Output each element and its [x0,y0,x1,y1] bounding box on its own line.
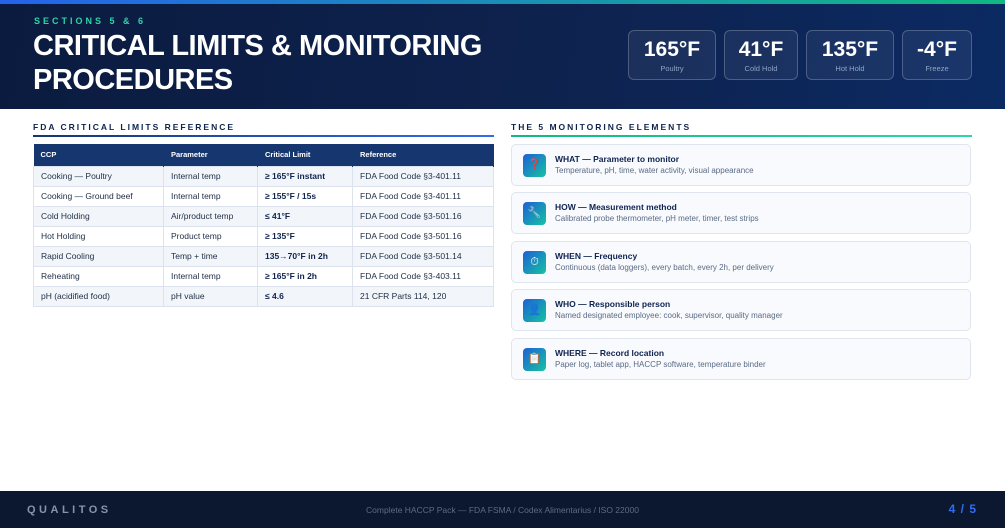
card-description: Paper log, tablet app, HACCP software, t… [555,360,766,369]
card-description: Continuous (data loggers), every batch, … [555,263,774,272]
card-description: Temperature, pH, time, water activity, v… [555,166,754,175]
page-header: SECTIONS 5 & 6 CRITICAL LIMITS & MONITOR… [0,4,1005,109]
limits-section-rule [33,135,494,137]
page-title: CRITICAL LIMITS & MONITORING PROCEDURES [33,30,482,96]
ccp-cell: Rapid Cooling [33,245,164,267]
limit-cell: ≥ 165°F in 2h [257,265,353,287]
parameter-cell: Internal temp [163,185,258,207]
ccp-cell: Cooking — Ground beef [33,185,164,207]
timer-icon: ⏱ [523,251,546,274]
stat-card-hot-hold: 135°F Hot Hold [806,30,894,80]
limit-cell: 135→70°F in 2h [257,245,353,267]
stat-label: Poultry [660,64,684,73]
table-row: Cold Holding Air/product temp ≤ 41°F FDA… [33,205,494,227]
limit-cell: ≤ 41°F [257,205,353,227]
critical-limits-table: CCP Parameter Critical Limit Reference C… [33,144,494,307]
card-title: WHO — Responsible person [555,299,671,309]
ccp-cell: Hot Holding [33,225,164,247]
parameter-cell: pH value [163,285,258,307]
page-footer: QUALITOS Complete HACCP Pack — FDA FSMA … [0,491,1005,528]
wrench-icon: 🔧 [523,202,546,225]
reference-cell: 21 CFR Parts 114, 120 [352,285,494,307]
card-title: WHAT — Parameter to monitor [555,154,680,164]
reference-cell: FDA Food Code §3-501.16 [352,225,494,247]
reference-cell: FDA Food Code §3-401.11 [352,165,494,187]
page-number: 4 / 5 [948,502,977,516]
table-row: Cooking — Ground beef Internal temp ≥ 15… [33,185,494,207]
question-icon: ❓ [523,154,546,177]
parameter-cell: Product temp [163,225,258,247]
parameter-cell: Internal temp [163,265,258,287]
reference-cell: FDA Food Code §3-401.11 [352,185,494,207]
column-header: CCP [33,144,164,166]
card-description: Calibrated probe thermometer, pH meter, … [555,214,759,223]
ccp-cell: pH (acidified food) [33,285,164,307]
limit-cell: ≤ 4.6 [257,285,353,307]
ccp-cell: Cooking — Poultry [33,165,164,187]
monitoring-section-title: THE 5 MONITORING ELEMENTS [511,122,692,132]
table-header-row: CCP Parameter Critical Limit Reference [33,144,494,166]
card-title: WHERE — Record location [555,348,665,358]
reference-cell: FDA Food Code §3-501.14 [352,245,494,267]
stat-label: Freeze [925,64,949,73]
reference-cell: FDA Food Code §3-501.16 [352,205,494,227]
table-row: Reheating Internal temp ≥ 165°F in 2h FD… [33,265,494,287]
stat-value: 41°F [738,38,784,61]
table-row: Cooking — Poultry Internal temp ≥ 165°F … [33,165,494,187]
footer-caption: Complete HACCP Pack — FDA FSMA / Codex A… [366,505,639,515]
stat-value: 135°F [821,38,879,61]
parameter-cell: Air/product temp [163,205,258,227]
reference-cell: FDA Food Code §3-403.11 [352,265,494,287]
monitoring-card-what: ❓ WHAT — Parameter to monitor Temperatur… [511,144,971,186]
limit-cell: ≥ 155°F / 15s [257,185,353,207]
stat-value: 165°F [643,38,701,61]
card-title: WHEN — Frequency [555,251,638,261]
limits-section-title: FDA CRITICAL LIMITS REFERENCE [33,122,236,132]
card-title: HOW — Measurement method [555,202,677,212]
table-row: pH (acidified food) pH value ≤ 4.6 21 CF… [33,285,494,307]
parameter-cell: Internal temp [163,165,258,187]
person-icon: 👤 [523,299,546,322]
limit-cell: ≥ 165°F instant [257,165,353,187]
ccp-cell: Reheating [33,265,164,287]
monitoring-card-how: 🔧 HOW — Measurement method Calibrated pr… [511,192,971,234]
monitoring-card-who: 👤 WHO — Responsible person Named designa… [511,289,971,331]
card-description: Named designated employee: cook, supervi… [555,311,783,320]
ccp-cell: Cold Holding [33,205,164,227]
section-eyebrow: SECTIONS 5 & 6 [34,16,147,26]
stat-label: Cold Hold [744,64,778,73]
stat-label: Hot Hold [835,64,865,73]
monitoring-card-when: ⏱ WHEN — Frequency Continuous (data logg… [511,241,971,283]
limit-cell: ≥ 135°F [257,225,353,247]
parameter-cell: Temp + time [163,245,258,267]
column-header: Reference [352,144,494,166]
clipboard-icon: 📋 [523,348,546,371]
stat-card-poultry: 165°F Poultry [628,30,716,80]
stat-value: -4°F [917,38,957,61]
stat-card-freeze: -4°F Freeze [902,30,972,80]
column-header: Parameter [163,144,258,166]
stat-card-cold-hold: 41°F Cold Hold [724,30,798,80]
table-row: Hot Holding Product temp ≥ 135°F FDA Foo… [33,225,494,247]
column-header: Critical Limit [257,144,353,166]
monitoring-card-where: 📋 WHERE — Record location Paper log, tab… [511,338,971,380]
monitoring-section-rule [511,135,972,137]
table-row: Rapid Cooling Temp + time 135→70°F in 2h… [33,245,494,267]
